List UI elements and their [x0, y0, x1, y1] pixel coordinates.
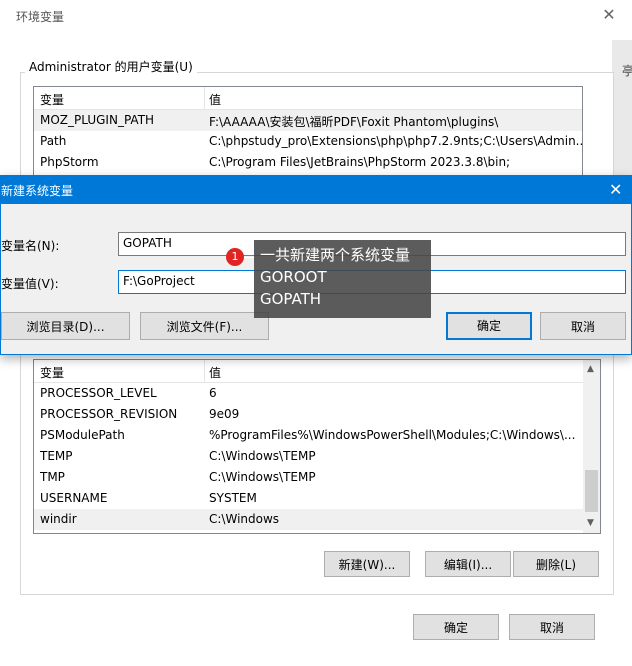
window-title: 环境变量: [16, 10, 65, 24]
table-row[interactable]: PhpStorm C:\Program Files\JetBrains\PhpS…: [34, 152, 582, 173]
table-row[interactable]: PROCESSOR_LEVEL 6: [34, 383, 600, 404]
background-window-text: 亭: [622, 64, 632, 78]
var-value: F:\AAAAA\安装包\福昕PDF\Foxit Phantom\plugins…: [209, 115, 499, 129]
annotation-line: GOPATH: [260, 290, 322, 308]
list-header: 变量 值: [34, 360, 600, 383]
column-header-value[interactable]: 值: [209, 91, 221, 108]
var-value: C:\Program Files\JetBrains\PhpStorm 2023…: [209, 155, 511, 169]
edit-variable-button[interactable]: 编辑(I)...: [425, 551, 511, 577]
cancel-button[interactable]: 取消: [509, 614, 595, 640]
column-header-value[interactable]: 值: [209, 364, 221, 381]
table-row[interactable]: windir C:\Windows: [34, 509, 600, 530]
variable-value-label: 变量值(V):: [1, 277, 59, 291]
cancel-button[interactable]: 取消: [540, 312, 626, 340]
scroll-thumb[interactable]: [585, 470, 598, 512]
table-row[interactable]: MOZ_PLUGIN_PATH F:\AAAAA\安装包\福昕PDF\Foxit…: [34, 110, 582, 131]
close-icon[interactable]: ✕: [600, 6, 618, 24]
column-separator: [204, 360, 205, 382]
var-value: 9e09: [209, 407, 240, 421]
var-value: C:\Windows\TEMP: [209, 449, 316, 463]
ok-button[interactable]: 确定: [413, 614, 499, 640]
new-variable-button[interactable]: 新建(W)...: [324, 551, 410, 577]
table-row[interactable]: Path C:\phpstudy_pro\Extensions\php\php7…: [34, 131, 582, 152]
var-name: USERNAME: [40, 491, 108, 505]
var-value: C:\Windows\TEMP: [209, 470, 316, 484]
ok-button[interactable]: 确定: [446, 312, 532, 340]
column-header-name[interactable]: 变量: [40, 91, 64, 108]
delete-variable-button[interactable]: 删除(L): [513, 551, 599, 577]
variable-name-label: 变量名(N):: [1, 239, 60, 253]
var-name: MOZ_PLUGIN_PATH: [40, 113, 155, 127]
var-name: Path: [40, 134, 67, 148]
var-value: 6: [209, 386, 217, 400]
annotation-line: GOROOT: [260, 268, 327, 286]
scroll-down-icon[interactable]: ▼: [587, 518, 594, 528]
user-vars-list[interactable]: 变量 值 MOZ_PLUGIN_PATH F:\AAAAA\安装包\福昕PDF\…: [33, 86, 583, 178]
var-value: C:\phpstudy_pro\Extensions\php\php7.2.9n…: [209, 134, 583, 148]
var-value: C:\Windows: [209, 512, 280, 526]
table-row[interactable]: PROCESSOR_REVISION 9e09: [34, 404, 600, 425]
column-separator: [204, 87, 205, 109]
list-header: 变量 值: [34, 87, 582, 110]
dialog-titlebar[interactable]: 新建系统变量 ✕: [1, 176, 631, 204]
vertical-scrollbar[interactable]: ▲ ▼: [583, 360, 600, 533]
dialog-title: 新建系统变量: [1, 184, 74, 198]
table-row[interactable]: TMP C:\Windows\TEMP: [34, 467, 600, 488]
var-name: PhpStorm: [40, 155, 99, 169]
annotation-line: 一共新建两个系统变量: [260, 246, 411, 264]
var-name: windir: [40, 512, 77, 526]
var-name: TMP: [40, 470, 65, 484]
var-name: TEMP: [40, 449, 73, 463]
step-badge: 1: [226, 248, 244, 266]
var-name: PROCESSOR_LEVEL: [40, 386, 157, 400]
close-icon[interactable]: ✕: [609, 180, 622, 199]
browse-directory-button[interactable]: 浏览目录(D)...: [1, 312, 130, 340]
table-row[interactable]: PSModulePath %ProgramFiles%\WindowsPower…: [34, 425, 600, 446]
table-row[interactable]: TEMP C:\Windows\TEMP: [34, 446, 600, 467]
var-name: PROCESSOR_REVISION: [40, 407, 178, 421]
scroll-up-icon[interactable]: ▲: [587, 364, 594, 374]
var-value: SYSTEM: [209, 491, 257, 505]
annotation-callout: 一共新建两个系统变量 GOROOT GOPATH: [254, 240, 431, 318]
column-header-name[interactable]: 变量: [40, 364, 64, 381]
browse-file-button[interactable]: 浏览文件(F)...: [140, 312, 269, 340]
table-row[interactable]: USERNAME SYSTEM: [34, 488, 600, 509]
var-value: %ProgramFiles%\WindowsPowerShell\Modules…: [209, 428, 576, 442]
user-vars-group-label: Administrator 的用户变量(U): [25, 58, 197, 75]
system-vars-list[interactable]: 变量 值 PROCESSOR_LEVEL 6 PROCESSOR_REVISIO…: [33, 359, 601, 534]
var-name: PSModulePath: [40, 428, 125, 442]
